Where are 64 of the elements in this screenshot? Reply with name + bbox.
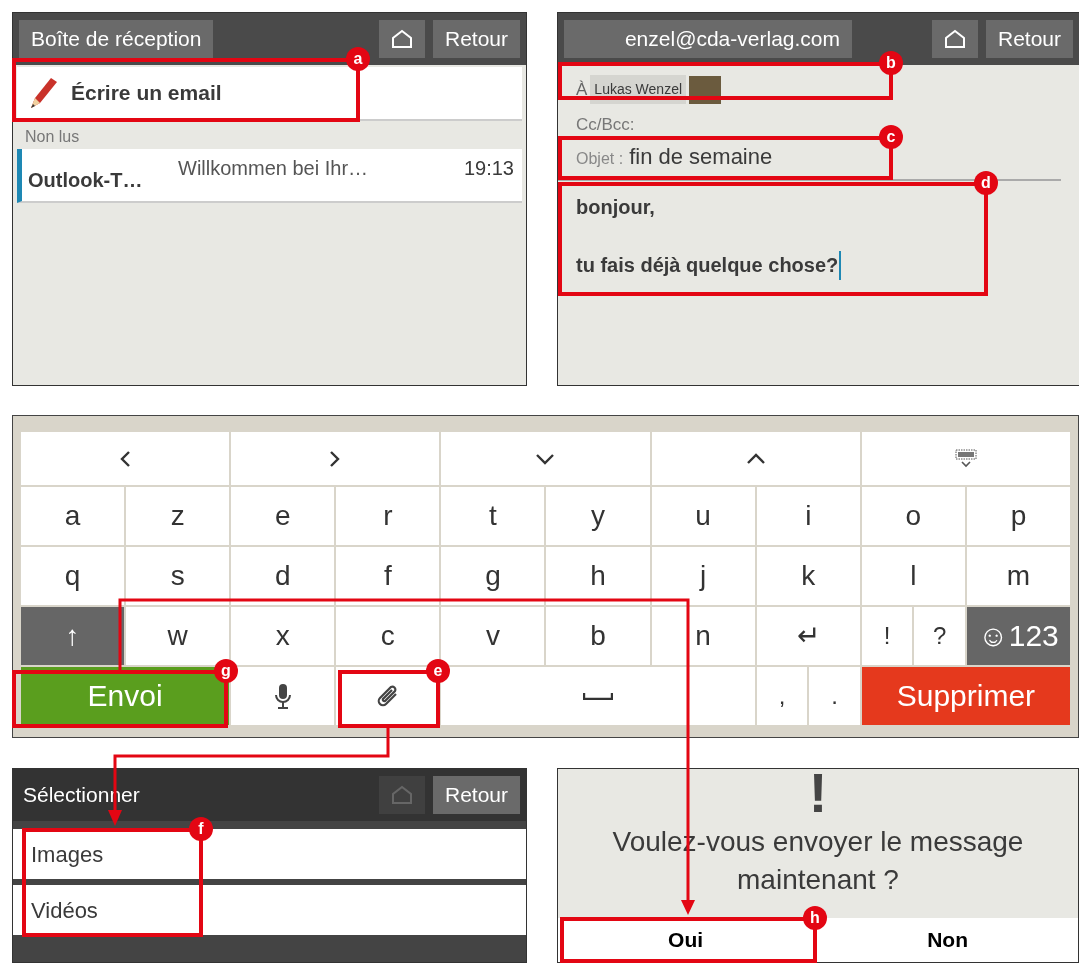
keyboard-key[interactable]: v xyxy=(441,607,545,665)
keyboard-key[interactable]: x xyxy=(231,607,335,665)
home-icon xyxy=(943,29,966,49)
title-button[interactable]: enzel@cda-verlag.com xyxy=(564,20,852,58)
option-item[interactable]: Vidéos xyxy=(13,885,526,935)
cc-label: Cc/Bcc: xyxy=(575,114,635,136)
message-preview: Willkommen bei Ihr… xyxy=(178,156,370,181)
keyboard-key[interactable]: p xyxy=(966,487,1070,545)
message-row[interactable]: Outlook-T… Willkommen bei Ihr… 19:13 xyxy=(17,149,522,203)
keyboard-key[interactable]: h xyxy=(546,547,650,605)
keyboard-key[interactable]: s xyxy=(126,547,230,605)
keyboard-key[interactable]: , xyxy=(756,667,808,725)
microphone-icon xyxy=(272,683,293,709)
back-button[interactable]: Retour xyxy=(985,20,1073,58)
keyboard-key[interactable]: f xyxy=(336,547,440,605)
keyboard-key[interactable]: e xyxy=(231,487,335,545)
compose-button[interactable]: Écrire un email xyxy=(17,67,522,121)
keyboard-key[interactable]: . xyxy=(809,667,860,725)
home-button[interactable] xyxy=(378,20,425,58)
keyboard-key[interactable]: ? xyxy=(914,607,965,665)
delete-key[interactable]: Supprimer xyxy=(861,667,1070,725)
home-icon xyxy=(390,29,413,49)
section-label: Non lus xyxy=(24,127,81,147)
keyboard-key[interactable]: t xyxy=(441,487,545,545)
paperclip-icon xyxy=(376,685,399,707)
to-label: À xyxy=(576,78,588,101)
keyboard-key[interactable]: ↑ xyxy=(21,607,125,665)
keyboard-key[interactable]: u xyxy=(651,487,755,545)
keyboard-key[interactable]: d xyxy=(231,547,335,605)
keyboard-key[interactable] xyxy=(231,667,335,725)
keyboard-key[interactable]: z xyxy=(126,487,230,545)
keyboard-key[interactable]: k xyxy=(756,547,860,605)
keyboard-key[interactable]: i xyxy=(756,487,860,545)
back-button[interactable]: Retour xyxy=(432,20,520,58)
title-button[interactable]: Boîte de réception xyxy=(19,20,214,58)
keyboard-key[interactable]: j xyxy=(651,547,755,605)
message-sender: Outlook-T… xyxy=(28,168,144,193)
exclamation-icon: ! xyxy=(808,769,828,821)
body-line: bonjour, xyxy=(576,194,655,220)
keyboard-key[interactable]: m xyxy=(966,547,1070,605)
subject-label: Objet : xyxy=(576,148,624,169)
keyboard-key[interactable]: n xyxy=(651,607,755,665)
keyboard-key[interactable]: y xyxy=(546,487,650,545)
subject-text: fin de semaine xyxy=(629,142,773,171)
home-button[interactable] xyxy=(931,20,978,58)
keyboard-key[interactable]: o xyxy=(861,487,965,545)
keyboard-key[interactable]: b xyxy=(546,607,650,665)
compose-label: Écrire un email xyxy=(71,80,222,107)
keyboard-key[interactable]: w xyxy=(126,607,230,665)
keyboard-key[interactable]: c xyxy=(336,607,440,665)
body-line: tu fais déjà quelque chose? xyxy=(576,250,842,280)
keyboard-key[interactable]: a xyxy=(21,487,125,545)
space-bar-icon xyxy=(583,692,614,700)
keyboard-key[interactable]: ↵ xyxy=(756,607,860,665)
keyboard-key[interactable]: ☺123 xyxy=(966,607,1070,665)
keyboard-key[interactable]: r xyxy=(336,487,440,545)
message-time: 19:13 xyxy=(463,156,514,181)
back-button[interactable]: Retour xyxy=(432,776,520,814)
keyboard-key[interactable]: g xyxy=(441,547,545,605)
keyboard-hide-icon xyxy=(954,449,977,468)
home-icon xyxy=(390,785,413,805)
keyboard-key[interactable]: ! xyxy=(861,607,913,665)
keyboard-key[interactable]: l xyxy=(861,547,965,605)
keyboard-key[interactable]: q xyxy=(21,547,125,605)
